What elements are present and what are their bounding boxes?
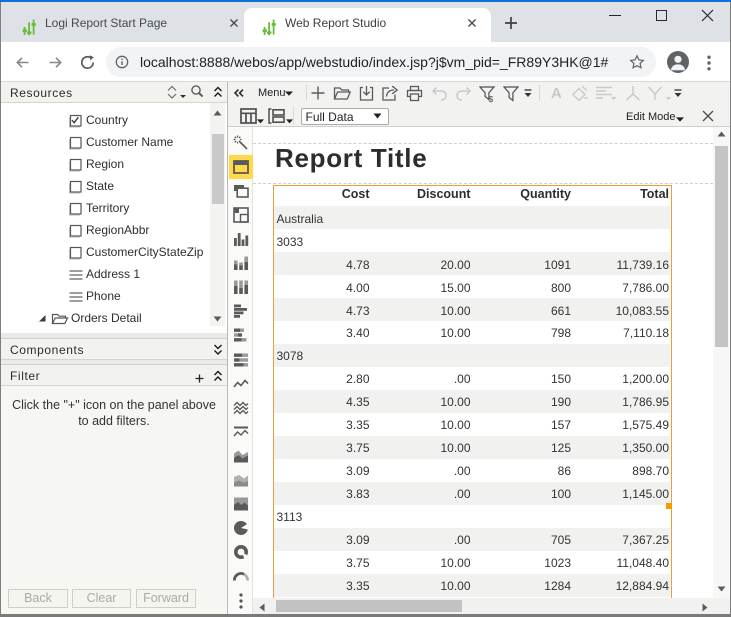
svg-text:$: $ [489,94,494,103]
